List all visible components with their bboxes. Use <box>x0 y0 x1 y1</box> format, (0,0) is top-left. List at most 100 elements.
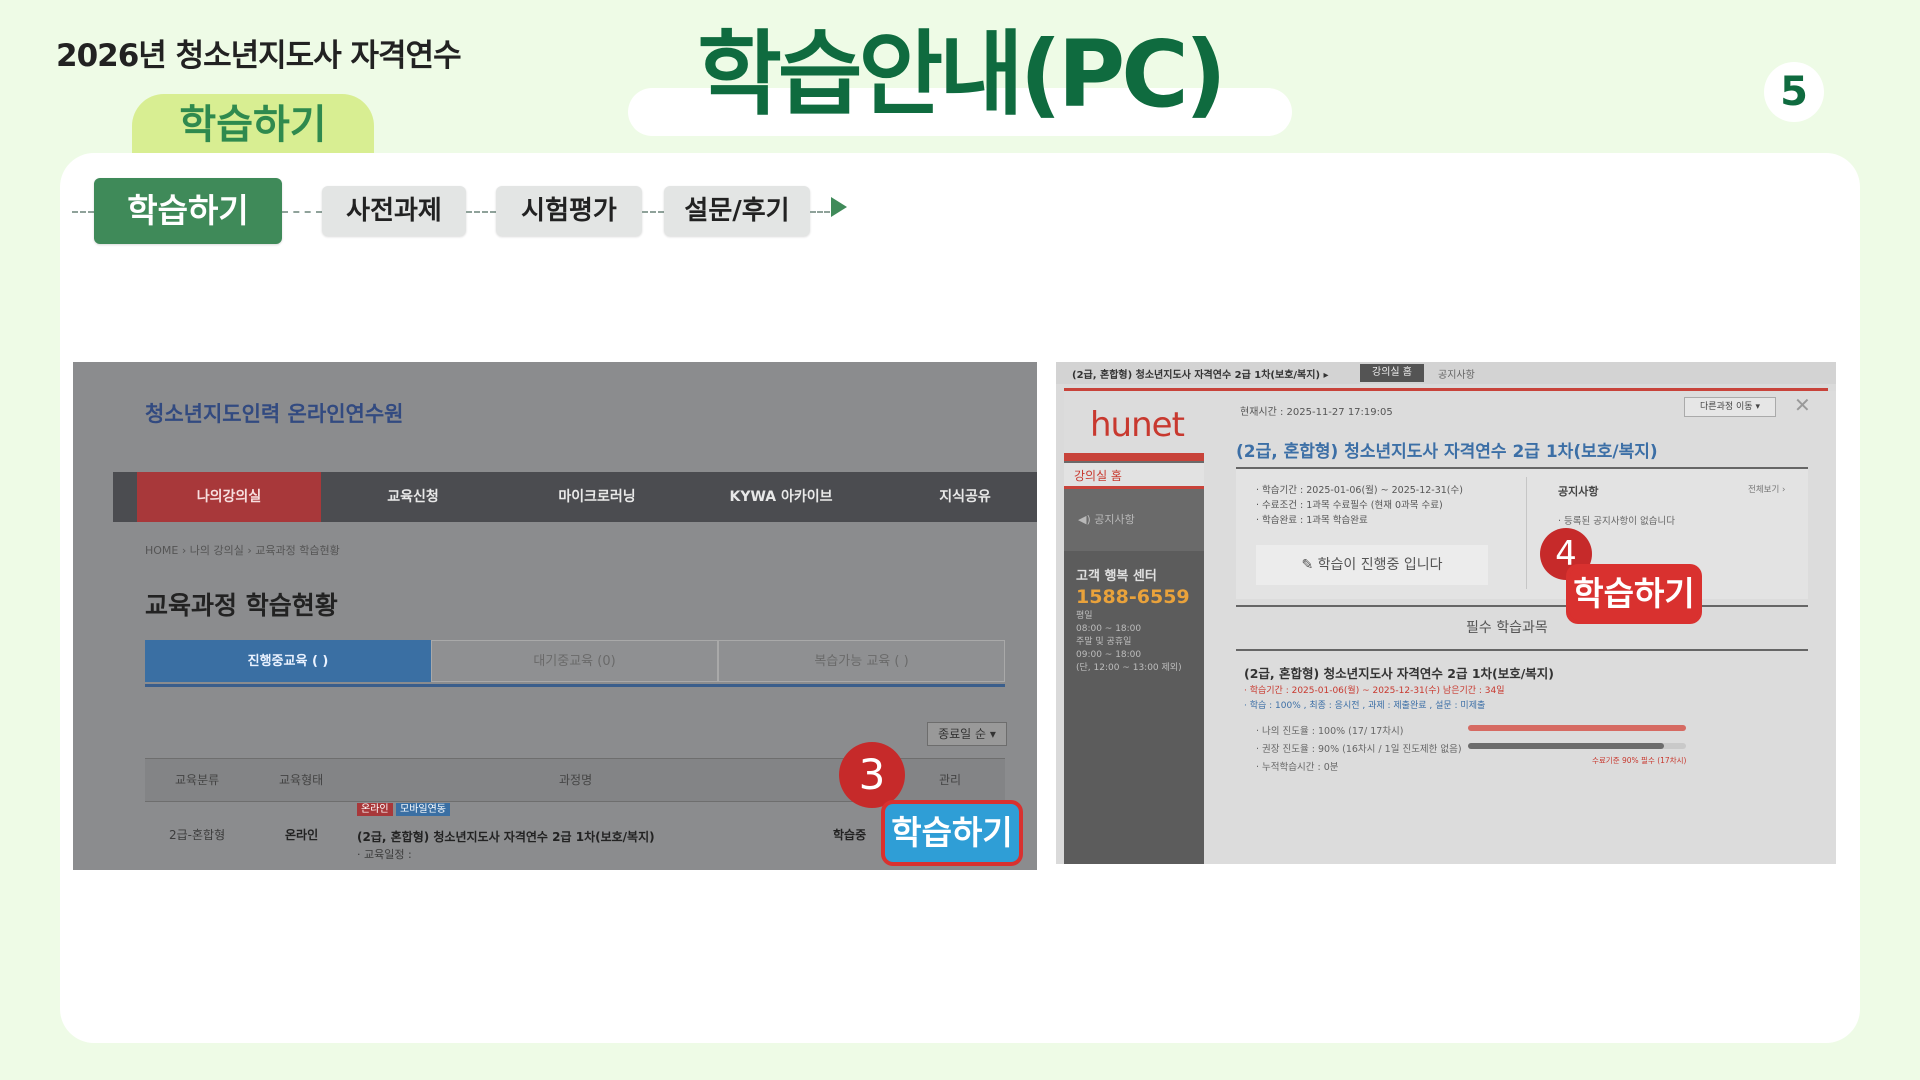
sidebar-item-home[interactable]: 강의실 홈 <box>1064 463 1204 489</box>
sidebar-notice-label: 공지사항 <box>1094 513 1135 526</box>
study-button-label: 학습하기 <box>885 804 1019 862</box>
info-line: · 학습완료 : 1과목 학습완료 <box>1256 515 1368 526</box>
step-marker-3: 3 <box>839 742 905 808</box>
notice-empty: · 등록된 공지사항이 없습니다 <box>1558 516 1675 527</box>
sub-status: · 학습 : 100% , 최종 : 응시전 , 과제 : 제출완료 , 설문 … <box>1244 701 1486 711</box>
page-title: 학습안내(PC) <box>697 21 1227 128</box>
sub-course-title: (2급, 혼합형) 청소년지도사 자격연수 2급 1차(보호/복지) <box>1244 666 1555 681</box>
row-course[interactable]: (2급, 혼합형) 청소년지도사 자격연수 2급 1차(보호/복지) <box>357 828 655 845</box>
screenshot-kywa-lms: 청소년지도인력 온라인연수원 나의강의실 교육신청 마이크로러닝 KYWA 아카… <box>73 362 1037 870</box>
classroom-sidebar: hunet 강의실 홈 ◀) 공지사항 고객 행복 센터 1588-6559 평… <box>1064 391 1204 864</box>
sidebar-item-notice[interactable]: ◀) 공지사항 <box>1078 511 1135 527</box>
nav-microlearning[interactable]: 마이크로러닝 <box>505 472 689 522</box>
cs-hours: 평일 <box>1076 611 1093 621</box>
step-survey[interactable]: 설문/후기 <box>664 186 810 236</box>
tab-in-progress[interactable]: 진행중교육 ( ) <box>145 640 431 682</box>
sort-select[interactable]: 종료일 순 ▾ <box>927 722 1007 746</box>
chevron-down-icon: ▾ <box>989 727 996 741</box>
total-study-time: · 누적학습시간 : 0분 <box>1256 762 1339 773</box>
chevron-down-icon: ▾ <box>1755 402 1760 412</box>
cs-hours: 09:00 ~ 18:00 <box>1076 650 1142 660</box>
study-button[interactable]: 학습하기 <box>1566 564 1702 624</box>
topbar-breadcrumb: (2급, 혼합형) 청소년지도사 자격연수 2급 1차(보호/복지) ▸ <box>1072 370 1329 381</box>
required-label: 필수 학습과목 <box>1466 620 1548 636</box>
recommended-progress-track <box>1468 743 1686 749</box>
tab-waiting[interactable]: 대기중교육 (0) <box>431 640 718 682</box>
other-course-select[interactable]: 다른과정 이동 ▾ <box>1684 397 1776 417</box>
sort-label: 종료일 순 <box>938 727 987 741</box>
study-button-label: 학습하기 <box>1570 568 1698 620</box>
cs-hours: 주말 및 공휴일 <box>1076 637 1132 647</box>
progress-status: ✎ 학습이 진행중 입니다 <box>1256 545 1488 585</box>
notice-more-link[interactable]: 전체보기 › <box>1748 483 1785 495</box>
progress-status-text: 학습이 진행중 입니다 <box>1317 557 1443 573</box>
section-tab: 학습하기 <box>132 94 374 156</box>
speaker-icon: ◀) <box>1078 513 1095 526</box>
course-title: (2급, 혼합형) 청소년지도사 자격연수 2급 1차(보호/복지) <box>1236 442 1658 462</box>
nav-apply[interactable]: 교육신청 <box>321 472 505 522</box>
screenshot-hunet-classroom: (2급, 혼합형) 청소년지도사 자격연수 2급 1차(보호/복지) ▸ 강의실… <box>1056 362 1836 864</box>
classroom-topbar: (2급, 혼합형) 청소년지도사 자격연수 2급 1차(보호/복지) ▸ 강의실… <box>1056 362 1836 384</box>
cs-phone: 1588-6559 <box>1076 586 1190 608</box>
divider <box>1526 477 1527 589</box>
completion-note: 수료기준 90% 필수 (17차시) <box>1592 756 1687 765</box>
info-line: · 학습기간 : 2025-01-06(월) ~ 2025-12-31(수) <box>1256 485 1463 496</box>
flow-connector <box>72 211 94 213</box>
main-nav: 나의강의실 교육신청 마이크로러닝 KYWA 아카이브 지식공유 <box>113 472 1037 522</box>
current-time: 현재시간 : 2025-11-27 17:19:05 <box>1240 407 1393 418</box>
page-number: 5 <box>1764 62 1824 122</box>
flow-connector <box>466 211 496 213</box>
cs-hours: (단, 12:00 ~ 13:00 제외) <box>1076 663 1182 673</box>
classroom-main: 현재시간 : 2025-11-27 17:19:05 다른과정 이동 ▾ ✕ (… <box>1204 391 1836 864</box>
my-progress-track <box>1468 725 1686 731</box>
section-heading: 교육과정 학습현황 <box>145 591 338 620</box>
nav-knowledge[interactable]: 지식공유 <box>873 472 1037 522</box>
cs-title: 고객 행복 센터 <box>1076 569 1157 584</box>
flow-arrow-icon <box>831 197 847 217</box>
recommended-progress: · 권장 진도율 : 90% (16차시 / 1일 진도제한 없음) <box>1256 744 1462 755</box>
nav-my-classroom[interactable]: 나의강의실 <box>137 472 321 522</box>
table-row: 2급-혼합형 온라인 (2급, 혼합형) 청소년지도사 자격연수 2급 1차(보… <box>145 802 1005 870</box>
sub-period: · 학습기간 : 2025-01-06(월) ~ 2025-12-31(수) 남… <box>1244 686 1505 696</box>
col-category: 교육분류 <box>175 773 220 787</box>
hunet-logo: hunet <box>1090 405 1185 445</box>
customer-center: 고객 행복 센터 1588-6559 평일 08:00 ~ 18:00 주말 및… <box>1064 551 1204 864</box>
nav-archive[interactable]: KYWA 아카이브 <box>689 472 873 522</box>
notice-title: 공지사항 <box>1558 485 1599 498</box>
my-progress: · 나의 진도율 : 100% (17/ 17차시) <box>1256 726 1404 737</box>
row-schedule: · 교육일정 : <box>357 848 412 861</box>
required-section: 필수 학습과목 <box>1236 605 1808 647</box>
course-tabs: 진행중교육 ( ) 대기중교육 (0) 복습가능 교육 ( ) <box>145 640 1005 687</box>
course-info-box: · 학습기간 : 2025-01-06(월) ~ 2025-12-31(수) ·… <box>1236 467 1808 599</box>
my-progress-fill <box>1468 725 1686 731</box>
topbar-home-tab[interactable]: 강의실 홈 <box>1360 364 1424 382</box>
col-course: 과정명 <box>559 773 593 787</box>
divider <box>1064 453 1204 461</box>
step-exam[interactable]: 시험평가 <box>496 186 642 236</box>
flow-connector <box>282 211 322 213</box>
col-type: 교육형태 <box>279 773 324 787</box>
other-course-label: 다른과정 이동 <box>1700 402 1753 412</box>
row-type: 온라인 <box>285 828 319 842</box>
close-icon[interactable]: ✕ <box>1794 393 1811 417</box>
recommended-progress-fill <box>1468 743 1665 749</box>
step-study[interactable]: 학습하기 <box>94 178 282 244</box>
site-title: 청소년지도인력 온라인연수원 <box>145 402 404 426</box>
required-course: (2급, 혼합형) 청소년지도사 자격연수 2급 1차(보호/복지) · 학습기… <box>1236 649 1808 801</box>
cs-hours: 08:00 ~ 18:00 <box>1076 624 1142 634</box>
info-line: · 수료조건 : 1과목 수료필수 (현재 0과목 수료) <box>1256 500 1443 511</box>
step-flow: 학습하기 사전과제 시험평가 설문/후기 <box>72 178 852 246</box>
tab-review[interactable]: 복습가능 교육 ( ) <box>718 640 1005 682</box>
breadcrumb: HOME › 나의 강의실 › 교육과정 학습현황 <box>145 544 340 557</box>
flow-connector <box>642 211 664 213</box>
col-manage: 관리 <box>939 773 962 787</box>
flow-connector <box>810 211 830 213</box>
step-pre-assignment[interactable]: 사전과제 <box>322 186 466 236</box>
topbar-notice-tab[interactable]: 공지사항 <box>1438 366 1475 381</box>
row-category: 2급-혼합형 <box>169 828 226 842</box>
pencil-icon: ✎ <box>1301 557 1318 573</box>
row-status: 학습중 <box>833 828 867 842</box>
logo-area: hunet <box>1064 391 1204 453</box>
study-button[interactable]: 학습하기 <box>881 800 1023 866</box>
course-title: 2026년 청소년지도사 자격연수 <box>56 38 462 74</box>
